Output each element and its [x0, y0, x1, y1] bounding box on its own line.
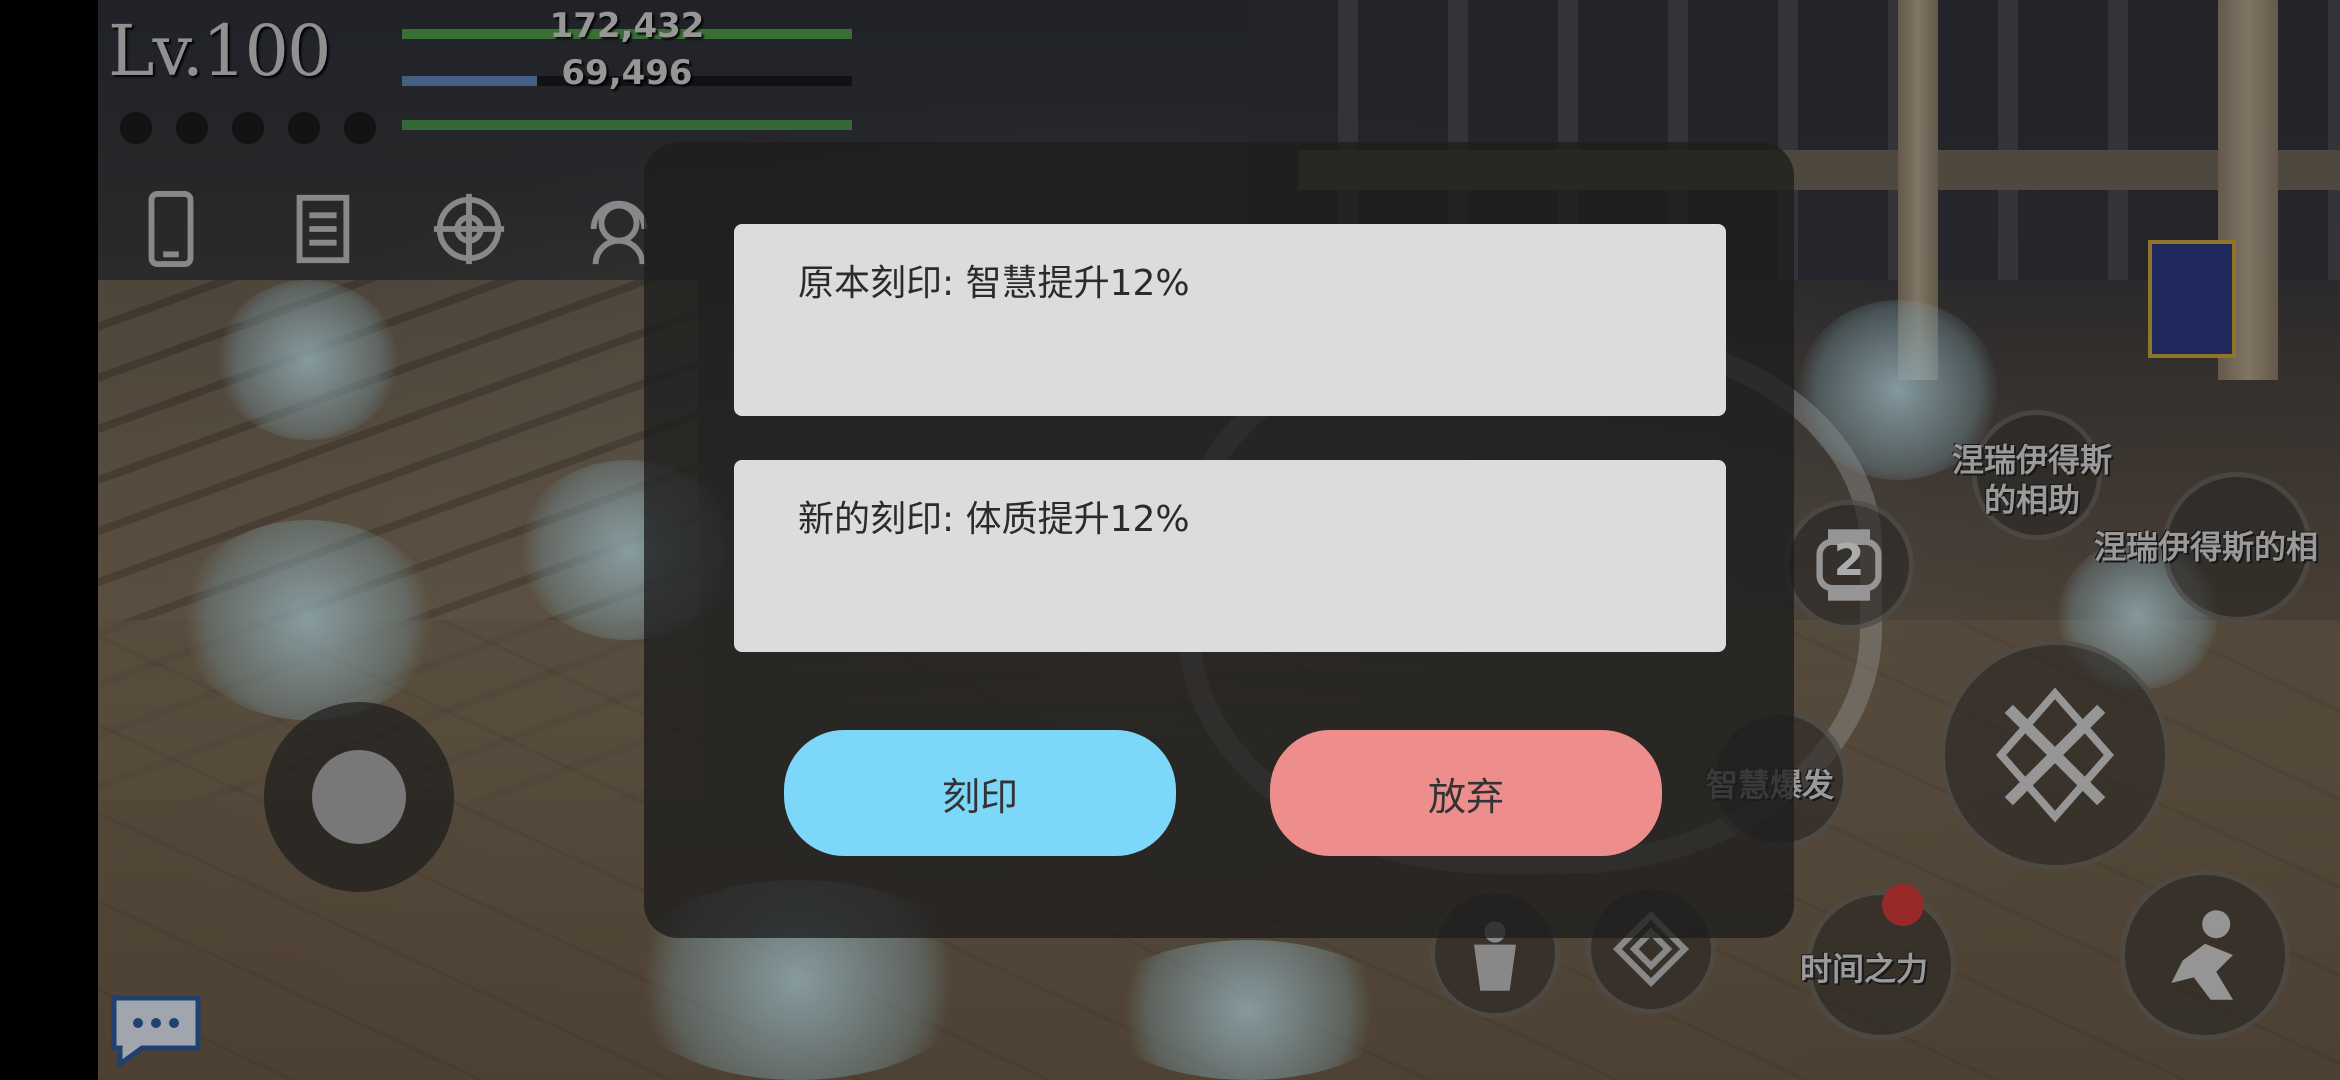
imprint-dialog: 原本刻印: 智慧提升12% 新的刻印: 体质提升12% 刻印 放弃	[644, 142, 1794, 938]
discard-button[interactable]: 放弃	[1270, 730, 1662, 856]
imprint-button[interactable]: 刻印	[784, 730, 1176, 856]
new-imprint-box: 新的刻印: 体质提升12%	[734, 460, 1726, 652]
original-imprint-box: 原本刻印: 智慧提升12%	[734, 224, 1726, 416]
original-imprint-text: 原本刻印: 智慧提升12%	[798, 263, 1190, 304]
new-imprint-text: 新的刻印: 体质提升12%	[798, 499, 1190, 540]
